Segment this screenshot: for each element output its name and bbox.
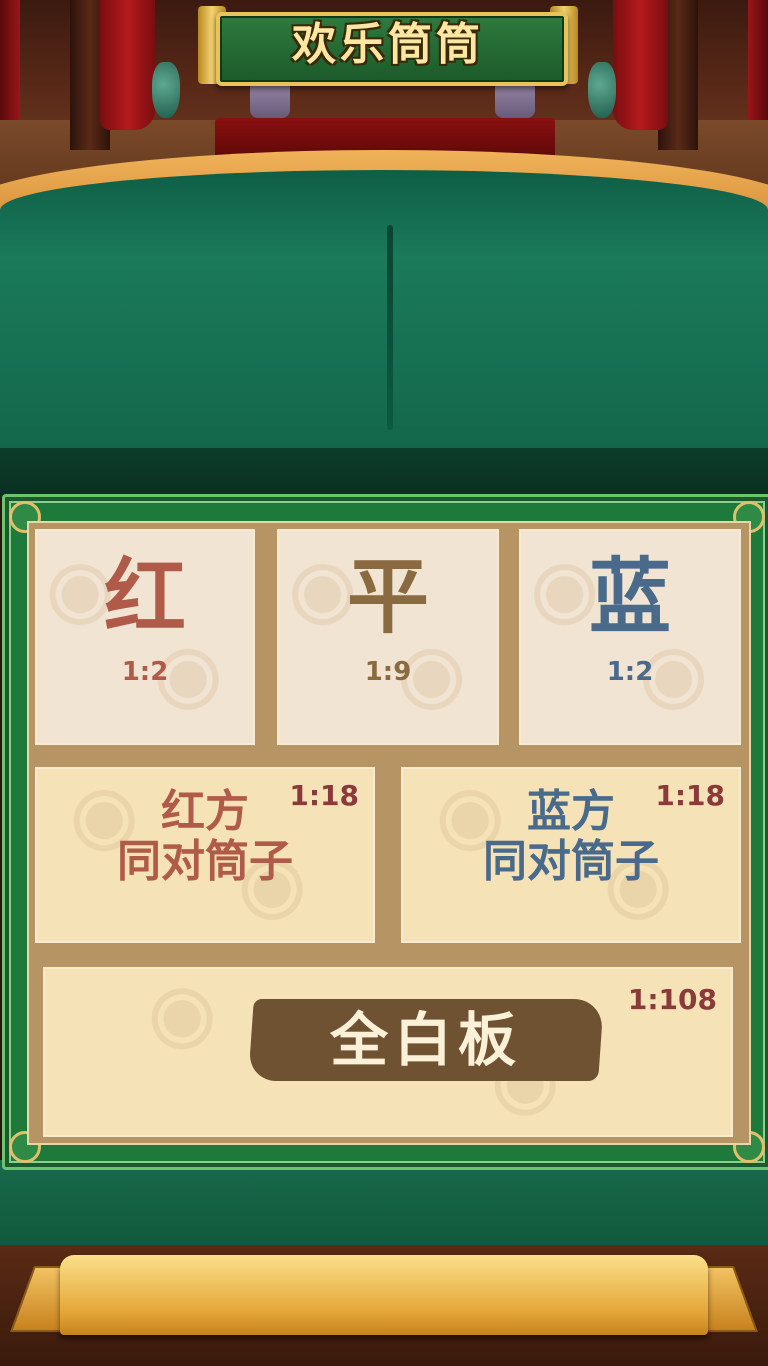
bet-ping-button[interactable]: 平 1:9 <box>277 529 499 745</box>
game-screen: 欢乐筒筒 红 1:2 平 1:9 蓝 1:2 1:18 红方 同对筒子 1:18… <box>0 0 768 1366</box>
table-divider <box>387 225 393 430</box>
bet-ping-ratio: 1:9 <box>364 657 412 687</box>
bet-red-pair-line1: 红方 <box>161 786 249 837</box>
lower-felt <box>0 1160 768 1250</box>
curtain-right <box>613 0 668 130</box>
bet-all-white-button[interactable]: 1:108 全白板 <box>43 967 733 1137</box>
bet-red-button[interactable]: 红 1:2 <box>35 529 255 745</box>
bet-red-label: 红 <box>103 550 186 645</box>
curtain-left-edge <box>0 0 20 120</box>
bet-blue-label: 蓝 <box>588 550 671 645</box>
bet-all-white-label: 全白板 <box>329 1006 522 1074</box>
bet-blue-pair-label: 蓝方 同对筒子 <box>403 787 739 887</box>
bet-blue-pair-line1: 蓝方 <box>527 786 615 837</box>
bet-blue-pair-line2: 同对筒子 <box>483 836 659 887</box>
betting-board: 红 1:2 平 1:9 蓝 1:2 1:18 红方 同对筒子 1:18 蓝方 同… <box>2 494 768 1170</box>
bet-ping-label: 平 <box>346 550 429 645</box>
bet-all-white-ratio: 1:108 <box>627 983 717 1016</box>
curtain-right-edge <box>748 0 768 120</box>
bet-red-pair-button[interactable]: 1:18 红方 同对筒子 <box>35 767 375 943</box>
bet-blue-pair-button[interactable]: 1:18 蓝方 同对筒子 <box>401 767 741 943</box>
bottom-control-bar[interactable] <box>60 1255 708 1335</box>
table-edge <box>0 448 768 498</box>
vase-right-icon <box>588 62 616 118</box>
title-banner: 欢乐筒筒 <box>198 4 578 86</box>
betting-grid: 红 1:2 平 1:9 蓝 1:2 1:18 红方 同对筒子 1:18 蓝方 同… <box>27 521 751 1145</box>
vase-left-icon <box>152 62 180 118</box>
bet-red-pair-line2: 同对筒子 <box>117 836 293 887</box>
bet-blue-button[interactable]: 蓝 1:2 <box>519 529 741 745</box>
curtain-left <box>100 0 155 130</box>
bet-red-ratio: 1:2 <box>121 657 169 687</box>
bet-red-pair-label: 红方 同对筒子 <box>37 787 373 887</box>
game-title: 欢乐筒筒 <box>292 19 484 70</box>
game-table <box>0 170 768 460</box>
bet-blue-ratio: 1:2 <box>606 657 654 687</box>
